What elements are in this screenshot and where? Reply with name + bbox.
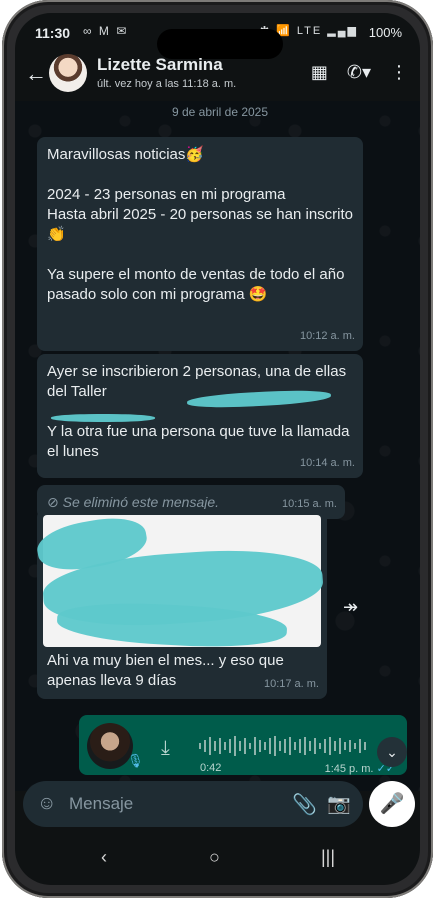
contact-name[interactable]: Lizette Sarmina: [97, 55, 223, 75]
screen: 11:30 ∞ M ✉ ✱ 📶 LTE ▂▄▆ 100% ← Lizette S…: [15, 13, 420, 885]
contact-avatar[interactable]: [49, 54, 87, 92]
nav-back-icon[interactable]: ‹: [101, 847, 107, 868]
audio-waveform[interactable]: [199, 735, 381, 757]
phone-frame: 11:30 ∞ M ✉ ✱ 📶 LTE ▂▄▆ 100% ← Lizette S…: [2, 0, 433, 898]
scroll-down-button[interactable]: ⌄: [377, 737, 407, 767]
message-time: 10:12 a. m.: [299, 330, 355, 342]
sticker-icon[interactable]: ☺: [37, 793, 56, 815]
image-message-bubble[interactable]: Ahi va muy bien el mes... y eso que apen…: [33, 509, 327, 699]
back-arrow-icon[interactable]: ←: [25, 61, 47, 87]
message-bubble[interactable]: Ayer se inscribieron 2 personas, una de …: [37, 354, 363, 478]
phone-icon[interactable]: ✆▾: [347, 62, 371, 82]
more-vert-icon[interactable]: ⋮: [390, 62, 408, 82]
blocked-icon: ⊘: [47, 494, 63, 510]
download-icon[interactable]: ⤓: [161, 737, 170, 760]
message-text: Ayer se inscribieron 2 personas, una de …: [47, 363, 350, 460]
nav-recents-icon[interactable]: |||: [321, 847, 335, 868]
status-notification-icons: ∞ M ✉: [83, 24, 129, 38]
chat-header: ← Lizette Sarmina últ. vez hoy a las 11:…: [15, 47, 420, 101]
attach-icon[interactable]: 📎: [292, 792, 317, 817]
voice-duration: 0:42: [200, 762, 222, 774]
last-seen: últ. vez hoy a las 11:18 a. m.: [97, 78, 237, 90]
message-time: 10:17 a. m.: [263, 678, 319, 690]
store-icon[interactable]: ▦: [311, 62, 328, 82]
system-navigation-bar: ‹ ○ |||: [15, 833, 420, 885]
mic-icon: 🎙: [127, 753, 144, 768]
message-text: Maravillosas noticias🥳 2024 - 23 persona…: [47, 146, 354, 303]
header-actions: ▦ ✆▾ ⋮: [297, 62, 408, 83]
nav-home-icon[interactable]: ○: [209, 847, 220, 868]
camera-icon[interactable]: 📷: [327, 792, 351, 816]
message-time: 10:14 a. m.: [299, 457, 355, 469]
deleted-message-text: Se eliminó este mensaje.: [62, 494, 220, 510]
forward-icon[interactable]: ↠: [343, 597, 358, 618]
status-time: 11:30: [35, 25, 71, 41]
message-input-bar[interactable]: ☺ Mensaje 📎 📷: [23, 781, 363, 827]
message-input[interactable]: Mensaje: [69, 794, 133, 814]
voice-message-bubble[interactable]: 🎙 ⤓ 0:42 1:45 p. m. ✓✓: [79, 715, 407, 775]
voice-record-button[interactable]: 🎤: [369, 781, 415, 827]
message-bubble[interactable]: Maravillosas noticias🥳 2024 - 23 persona…: [37, 137, 363, 351]
battery-level: 100%: [368, 25, 402, 40]
redaction-mark: [51, 414, 155, 422]
date-chip: 9 de abril de 2025: [171, 105, 269, 119]
